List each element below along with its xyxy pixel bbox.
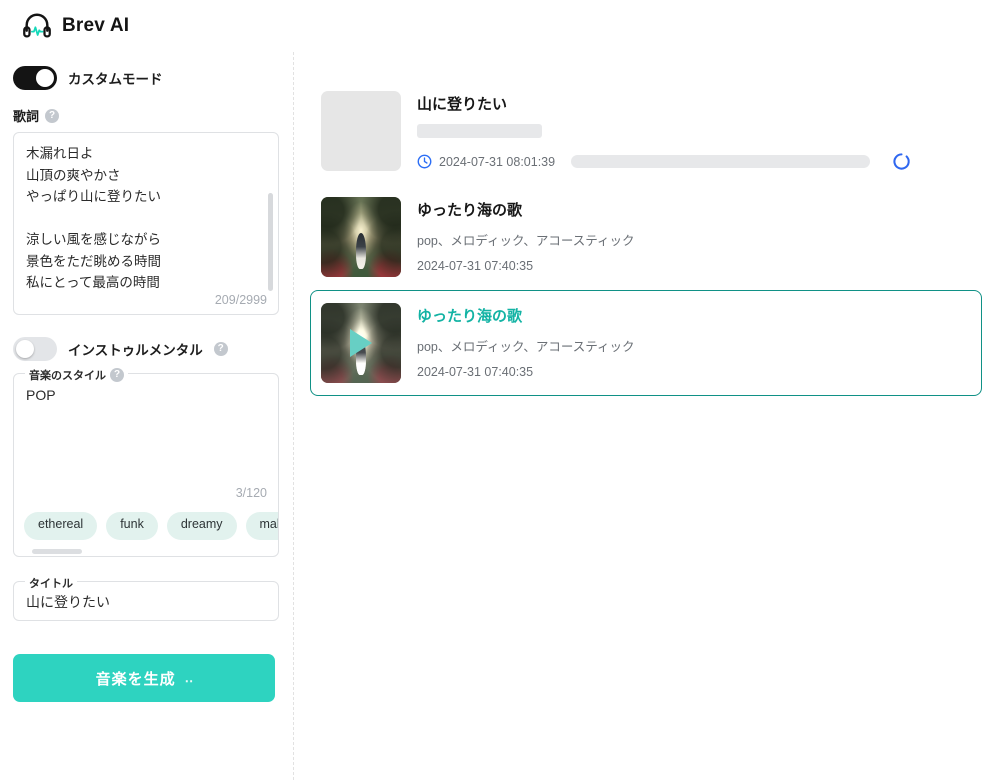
style-tag[interactable]: male vocal xyxy=(245,512,278,540)
style-tag-list: ethereal funk dreamy male vocal xyxy=(24,512,278,540)
headphone-waveform-icon xyxy=(22,11,52,41)
track-list: 山に登りたい 2024-07-31 08:01:39 ゆったり海の歌 pop、メ… xyxy=(294,78,982,396)
track-info: ゆったり海の歌 pop、メロディック、アコースティック 2024-07-31 0… xyxy=(417,303,967,379)
custom-mode-toggle[interactable] xyxy=(13,66,57,90)
track-row-selected[interactable]: ゆったり海の歌 pop、メロディック、アコースティック 2024-07-31 0… xyxy=(310,290,982,396)
loading-spinner-icon xyxy=(877,152,911,171)
lyrics-counter: 209/2999 xyxy=(214,293,267,307)
lyrics-value: 木漏れ日よ 山頂の爽やかさ やっぱり山に登りたい 涼しい風を感じながら 景色をた… xyxy=(26,146,161,290)
music-style-label: 音楽のスタイル xyxy=(29,370,106,382)
instrumental-toggle[interactable] xyxy=(13,337,57,361)
style-tag[interactable]: dreamy xyxy=(166,512,237,540)
lyrics-textarea[interactable]: 木漏れ日よ 山頂の爽やかさ やっぱり山に登りたい 涼しい風を感じながら 景色をた… xyxy=(13,132,279,315)
clock-icon xyxy=(417,154,432,169)
style-tag[interactable]: funk xyxy=(106,512,158,540)
play-triangle-icon[interactable] xyxy=(350,329,372,357)
lyrics-help-icon[interactable]: ? xyxy=(45,108,60,123)
track-date: 2024-07-31 07:40:35 xyxy=(417,365,534,379)
generation-progress-bar xyxy=(571,155,871,168)
music-style-legend: 音楽のスタイル ? xyxy=(25,367,128,383)
music-style-help-icon[interactable]: ? xyxy=(110,368,124,382)
lyrics-scrollbar[interactable] xyxy=(268,193,273,291)
track-thumbnail[interactable] xyxy=(321,197,401,277)
track-row[interactable]: ゆったり海の歌 pop、メロディック、アコースティック 2024-07-31 0… xyxy=(310,184,982,290)
instrumental-help-icon[interactable]: ? xyxy=(213,342,228,356)
track-status-row: 2024-07-31 08:01:39 xyxy=(417,152,967,171)
track-tags: pop、メロディック、アコースティック xyxy=(417,234,635,248)
track-thumbnail[interactable] xyxy=(321,303,401,383)
instrumental-row: インストゥルメンタル ? xyxy=(13,337,279,361)
track-title: 山に登りたい xyxy=(417,96,508,113)
lyrics-label: 歌詞 xyxy=(13,109,40,124)
toggle-knob xyxy=(36,69,54,87)
title-field[interactable]: タイトル 山に登りたい xyxy=(13,575,279,621)
track-row[interactable]: 山に登りたい 2024-07-31 08:01:39 xyxy=(310,78,982,184)
page-title: Brev AI xyxy=(62,15,130,36)
lyrics-label-row: 歌詞 ? xyxy=(13,106,279,125)
style-tag-scrollbar[interactable] xyxy=(32,549,82,554)
title-legend: タイトル xyxy=(25,575,77,591)
instrumental-label: インストゥルメンタル xyxy=(68,343,203,358)
app-header: Brev AI xyxy=(0,0,982,52)
track-thumbnail-placeholder xyxy=(321,91,401,171)
sidebar: カスタムモード 歌詞 ? 木漏れ日よ 山頂の爽やかさ やっぱり山に登りたい 涼し… xyxy=(0,52,294,780)
music-style-counter: 3/120 xyxy=(235,486,267,500)
generate-music-button[interactable]: 音楽を生成 ‥ xyxy=(13,654,275,702)
track-tags-skeleton xyxy=(417,124,542,138)
music-style-field[interactable]: 音楽のスタイル ? POP 3/120 ethereal funk dreamy… xyxy=(13,367,279,557)
track-title: ゆったり海の歌 xyxy=(417,202,523,219)
main-panel: 山に登りたい 2024-07-31 08:01:39 ゆったり海の歌 pop、メ… xyxy=(294,52,982,780)
style-tag[interactable]: ethereal xyxy=(24,512,98,540)
generate-button-dots: ‥ xyxy=(184,670,194,685)
track-info: 山に登りたい 2024-07-31 08:01:39 xyxy=(417,91,967,171)
track-date: 2024-07-31 08:01:39 xyxy=(439,154,556,169)
track-title: ゆったり海の歌 xyxy=(417,308,523,325)
track-tags: pop、メロディック、アコースティック xyxy=(417,340,635,354)
custom-mode-row: カスタムモード xyxy=(13,66,279,90)
body-wrapper: カスタムモード 歌詞 ? 木漏れ日よ 山頂の爽やかさ やっぱり山に登りたい 涼し… xyxy=(0,52,982,780)
custom-mode-label: カスタムモード xyxy=(68,72,163,87)
generate-button-label: 音楽を生成 xyxy=(95,670,176,688)
toggle-knob xyxy=(16,340,34,358)
track-info: ゆったり海の歌 pop、メロディック、アコースティック 2024-07-31 0… xyxy=(417,197,967,273)
track-date: 2024-07-31 07:40:35 xyxy=(417,259,534,273)
